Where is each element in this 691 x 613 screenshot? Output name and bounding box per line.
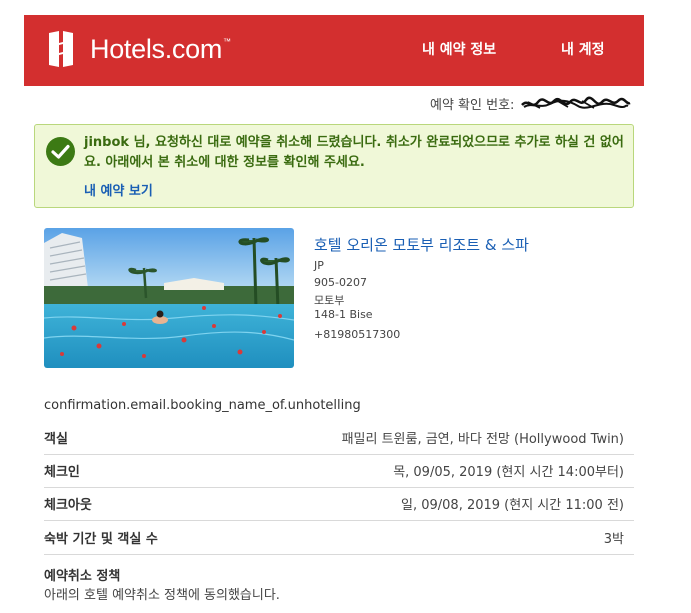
detail-row-room: 객실 패밀리 트윈룸, 금연, 바다 전망 (Hollywood Twin) xyxy=(44,422,634,455)
detail-value: 일, 09/08, 2019 (현지 시간 11:00 전) xyxy=(401,498,624,513)
redacted-scribble xyxy=(521,96,631,109)
hotels-logo[interactable]: Hotels.com™ xyxy=(43,30,231,68)
cancellation-policy-title: 예약취소 정책 xyxy=(44,569,121,584)
brand-name: Hotels.com™ xyxy=(90,33,231,64)
cancellation-policy-text: 아래의 호텔 예약취소 정책에 동의했습니다. xyxy=(44,588,280,603)
nav-my-reservations[interactable]: 내 예약 정보 xyxy=(422,39,496,59)
checkmark-icon xyxy=(46,137,75,166)
hotel-street: 148-1 Bise xyxy=(314,308,373,321)
detail-row-nights: 숙박 기간 및 객실 수 3박 xyxy=(44,522,634,555)
detail-row-checkout: 체크아웃 일, 09/08, 2019 (현지 시간 11:00 전) xyxy=(44,488,634,521)
view-my-reservations-link[interactable]: 내 예약 보기 xyxy=(84,180,153,199)
hotel-phone: +81980517300 xyxy=(314,328,401,341)
confirmation-number: 예약 확인 번호: xyxy=(430,94,632,113)
hotels-h-logo-icon xyxy=(43,30,79,68)
detail-label: 체크아웃 xyxy=(44,498,92,513)
notice-message: jinbok 님, 요청하신 대로 예약을 취소해 드렸습니다. 취소가 완료되… xyxy=(84,135,624,170)
detail-label: 객실 xyxy=(44,432,68,447)
booking-name: confirmation.email.booking_name_of.unhot… xyxy=(44,398,361,413)
detail-label: 체크인 xyxy=(44,465,80,480)
cancellation-success-notice: jinbok 님, 요청하신 대로 예약을 취소해 드렸습니다. 취소가 완료되… xyxy=(34,124,634,208)
site-header: Hotels.com™ 내 예약 정보 내 계정 xyxy=(24,15,644,86)
hotel-country: JP xyxy=(314,259,324,272)
hotel-name-link[interactable]: 호텔 오리온 모토부 리조트 & 스파 xyxy=(314,234,529,255)
detail-label: 숙박 기간 및 객실 수 xyxy=(44,532,158,547)
detail-row-checkin: 체크인 목, 09/05, 2019 (현지 시간 14:00부터) xyxy=(44,455,634,488)
hotel-postal-code: 905-0207 xyxy=(314,276,367,289)
detail-value: 패밀리 트윈룸, 금연, 바다 전망 (Hollywood Twin) xyxy=(341,432,624,447)
detail-value: 목, 09/05, 2019 (현지 시간 14:00부터) xyxy=(393,465,624,480)
nav-my-account[interactable]: 내 계정 xyxy=(561,39,605,59)
confirmation-label: 예약 확인 번호: xyxy=(430,98,515,113)
hotel-city: 모토부 xyxy=(314,294,345,307)
detail-value: 3박 xyxy=(603,532,624,547)
hotel-photo[interactable] xyxy=(44,228,294,368)
